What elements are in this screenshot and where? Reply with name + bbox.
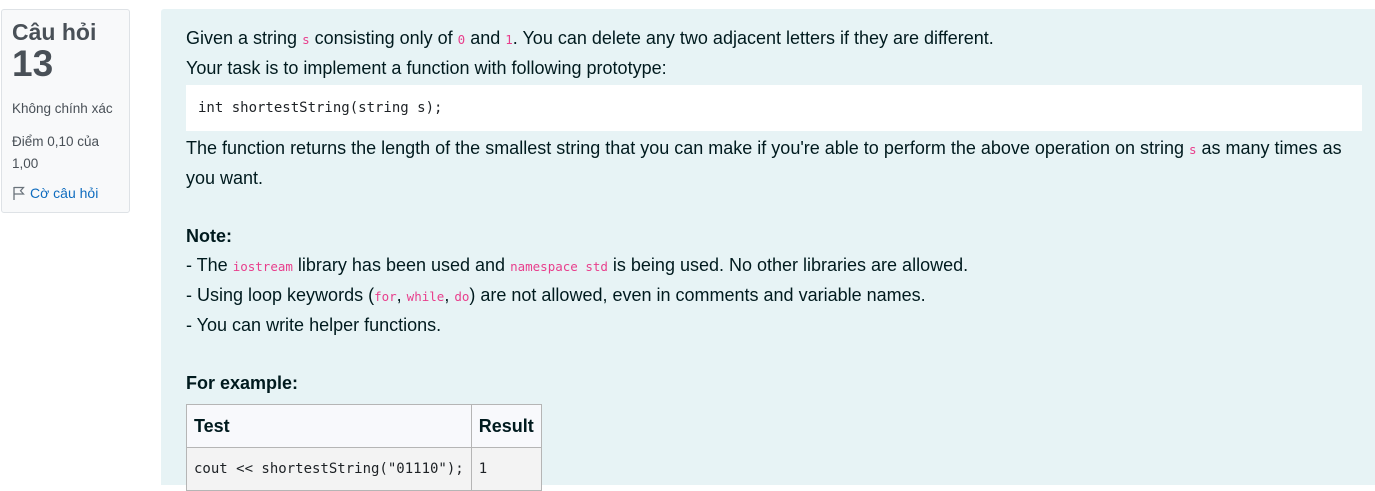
question-grade: Điểm 0,10 của 1,00	[12, 134, 100, 171]
column-header-result: Result	[470, 404, 542, 448]
inline-code: s	[1189, 142, 1197, 157]
inline-code: s	[302, 32, 310, 47]
table-header-row: Test Result	[186, 404, 542, 448]
example-table: Test Result cout << shortestString("0111…	[186, 404, 542, 491]
text: Given a string	[186, 28, 303, 48]
column-header-test: Test	[186, 404, 472, 448]
result-cell: 1	[470, 447, 542, 491]
note-item: - Using loop keywords (for, while, do) a…	[186, 281, 1375, 311]
note-title: Note:	[186, 226, 232, 246]
inline-code: 1	[505, 32, 513, 47]
question-number: 13	[12, 43, 54, 84]
inline-code: iostream	[232, 259, 293, 274]
question-intro-line: Given a string s consisting only of 0 an…	[186, 24, 1375, 54]
text: ,	[396, 285, 407, 305]
text: . You can delete any two adjacent letter…	[512, 28, 994, 48]
text: ,	[444, 285, 455, 305]
question-content: Given a string s consisting only of 0 an…	[161, 9, 1375, 491]
test-cell: cout << shortestString("01110");	[186, 447, 472, 491]
text: library has been used and	[292, 255, 511, 275]
question-state: Không chính xác	[12, 101, 113, 116]
note-item: - The iostream library has been used and…	[186, 251, 1375, 281]
text: consisting only of	[309, 28, 458, 48]
text: - Using loop keywords (	[186, 285, 375, 305]
text: and	[465, 28, 506, 48]
text: The function returns the length of the s…	[186, 138, 1189, 158]
inline-code: do	[454, 289, 470, 304]
table-row: cout << shortestString("01110"); 1	[186, 447, 542, 491]
flag-question-label[interactable]: Cờ câu hỏi	[30, 185, 98, 201]
prototype-code-block: int shortestString(string s);	[186, 85, 1362, 131]
example-title: For example:	[186, 373, 299, 393]
text: is being used. No other libraries are al…	[607, 255, 969, 275]
flag-icon	[12, 186, 25, 201]
function-description: The function returns the length of the s…	[186, 134, 1375, 193]
inline-code: namespace std	[510, 259, 608, 274]
flag-question-link[interactable]: Cờ câu hỏi	[12, 185, 119, 201]
inline-code: while	[406, 289, 445, 304]
inline-code: for	[374, 289, 397, 304]
text: ) are not allowed, even in comments and …	[469, 285, 926, 305]
question-label: Câu hỏi	[12, 19, 97, 45]
task-line: Your task is to implement a function wit…	[186, 58, 667, 78]
note-item: - You can write helper functions.	[186, 315, 442, 335]
question-info-panel: Câu hỏi 13 Không chính xác Điểm 0,10 của…	[1, 9, 130, 213]
text: - The	[186, 255, 233, 275]
